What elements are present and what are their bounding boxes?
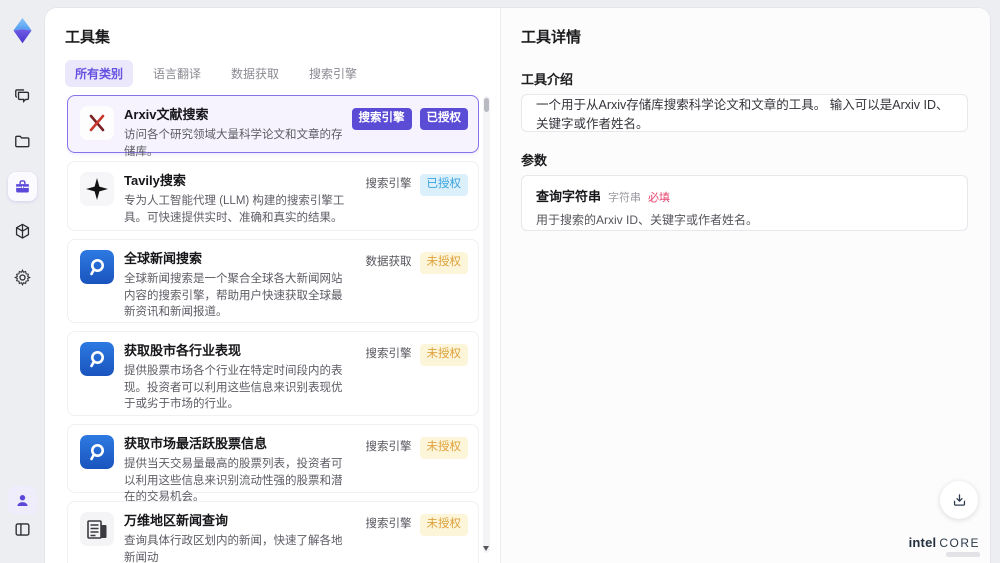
tavily-icon: [80, 172, 114, 206]
intel-core-logo: intel CORE: [909, 535, 980, 550]
tool-name: 获取市场最活跃股票信息: [124, 436, 268, 451]
tool-card[interactable]: Tavily搜索 专为人工智能代理 (LLM) 构建的搜索引擎工具。可快速提供实…: [67, 161, 479, 231]
cube-icon: [15, 223, 30, 239]
tool-name: 万维地区新闻查询: [124, 513, 229, 528]
scrollbar-thumb[interactable]: [484, 98, 489, 112]
tool-auth-badge: 未授权: [419, 344, 468, 366]
tool-card[interactable]: 获取股市各行业表现 提供股票市场各个行业在特定时间段内的表现。投资者可以利用这些…: [67, 331, 479, 416]
tab-category-2[interactable]: 数据获取: [221, 60, 289, 87]
brand-sub-bar: [946, 552, 980, 557]
newspaper-icon: [80, 512, 114, 546]
param-required-badge: 必填: [648, 192, 671, 204]
news-search-icon: [80, 250, 114, 284]
tool-category-badge: 搜索引擎: [365, 178, 412, 190]
tool-name: 全球新闻搜索: [124, 251, 203, 266]
tab-category-0[interactable]: 所有类别: [65, 60, 134, 87]
tool-auth-badge: 已授权: [419, 174, 468, 196]
tool-description: 提供当天交易量最高的股票列表，投资者可以利用这些信息来识别流动性强的股票和潜在的…: [124, 458, 343, 503]
app-rail: [0, 0, 45, 563]
tool-description: 提供股票市场各个行业在特定时间段内的表现。投资者可以利用这些信息来识别表现优于或…: [124, 365, 343, 410]
tool-card[interactable]: 全球新闻搜索 全球新闻搜索是一个聚合全球各大新闻网站内容的搜索引擎，帮助用户快速…: [67, 239, 479, 323]
sidebar-item-chat[interactable]: [8, 81, 37, 110]
tool-category-badge: 搜索引擎: [365, 518, 412, 530]
brand-intel: intel: [908, 535, 937, 550]
tool-category-badge: 搜索引擎: [351, 108, 412, 130]
sidebar-item-account[interactable]: [8, 486, 37, 515]
tool-name: Tavily搜索: [124, 173, 186, 188]
tool-auth-badge: 已授权: [419, 108, 468, 130]
tool-auth-badge: 未授权: [419, 437, 468, 459]
page-title: 工具集: [65, 29, 111, 46]
gear-icon: [14, 268, 31, 287]
tool-category-badge: 搜索引擎: [365, 441, 412, 453]
intro-heading: 工具介绍: [521, 72, 574, 87]
tool-description: 查询具体行政区划内的新闻，快速了解各地新闻动: [124, 535, 343, 563]
param-description: 用于搜索的Arxiv ID、关键字或作者姓名。: [536, 213, 759, 227]
news-search-icon: [80, 435, 114, 469]
params-heading: 参数: [521, 153, 548, 168]
toolset-panel: 工具集 所有类别 语言翻译 数据获取 搜索引擎 Arxiv文献搜索 访问各个研究领域大…: [45, 8, 500, 563]
sidebar-item-tools[interactable]: [8, 172, 37, 201]
tool-list: Arxiv文献搜索 访问各个研究领域大量科学论文和文章的存储库。 搜索引擎 已授…: [67, 95, 479, 563]
news-search-icon: [80, 342, 114, 376]
param-card: 查询字符串 字符串 必填 用于搜索的Arxiv ID、关键字或作者姓名。: [521, 175, 968, 231]
intro-text-box: 一个用于从Arxiv存储库搜索科学论文和文章的工具。 输入可以是Arxiv ID…: [521, 94, 968, 132]
tool-auth-badge: 未授权: [419, 514, 468, 536]
tool-category-badge: 数据获取: [365, 256, 412, 268]
details-title: 工具详情: [521, 29, 582, 46]
chat-icon: [15, 89, 30, 104]
app-logo-icon: [8, 16, 37, 45]
panel-layout-icon: [15, 523, 30, 536]
tab-category-3[interactable]: 搜索引擎: [299, 60, 367, 87]
main-panel: 工具集 所有类别 语言翻译 数据获取 搜索引擎 Arxiv文献搜索 访问各个研究领域大…: [45, 8, 990, 563]
tool-details-panel: 工具详情 工具介绍 一个用于从Arxiv存储库搜索科学论文和文章的工具。 输入可…: [500, 8, 990, 563]
download-icon: [953, 493, 965, 506]
tool-name: Arxiv文献搜索: [124, 107, 209, 122]
intro-text: 一个用于从Arxiv存储库搜索科学论文和文章的工具。 输入可以是Arxiv ID…: [536, 98, 949, 131]
user-icon: [17, 495, 28, 507]
sidebar-item-files[interactable]: [8, 127, 37, 156]
tool-card[interactable]: 万维地区新闻查询 查询具体行政区划内的新闻，快速了解各地新闻动 搜索引擎 未授权: [67, 501, 479, 563]
tab-category-1[interactable]: 语言翻译: [143, 60, 211, 87]
tool-auth-badge: 未授权: [419, 252, 468, 274]
sidebar-item-collapse[interactable]: [8, 515, 37, 544]
folder-icon: [15, 135, 30, 148]
scrollbar-down-arrow[interactable]: [483, 546, 489, 551]
tool-description: 全球新闻搜索是一个聚合全球各大新闻网站内容的搜索引擎，帮助用户快速获取全球最新资…: [124, 273, 343, 318]
sidebar-item-models[interactable]: [8, 217, 37, 246]
scrollbar[interactable]: [483, 96, 490, 553]
download-button[interactable]: [940, 481, 978, 519]
param-name: 查询字符串: [536, 189, 602, 204]
tool-description: 访问各个研究领域大量科学论文和文章的存储库。: [124, 129, 343, 158]
toolbox-icon: [16, 180, 29, 193]
sidebar-item-settings[interactable]: [8, 263, 37, 292]
tool-category-badge: 搜索引擎: [365, 348, 412, 360]
tool-card[interactable]: 获取市场最活跃股票信息 提供当天交易量最高的股票列表，投资者可以利用这些信息来识…: [67, 424, 479, 503]
category-tabs: 所有类别 语言翻译 数据获取 搜索引擎: [65, 60, 367, 87]
tool-description: 专为人工智能代理 (LLM) 构建的搜索引擎工具。可快速提供实时、准确和真实的结…: [124, 195, 345, 224]
param-type: 字符串: [608, 192, 642, 204]
brand-core: CORE: [939, 536, 980, 550]
arxiv-icon: [80, 106, 114, 140]
tool-name: 获取股市各行业表现: [124, 343, 242, 358]
tool-card[interactable]: Arxiv文献搜索 访问各个研究领域大量科学论文和文章的存储库。 搜索引擎 已授…: [67, 95, 479, 158]
